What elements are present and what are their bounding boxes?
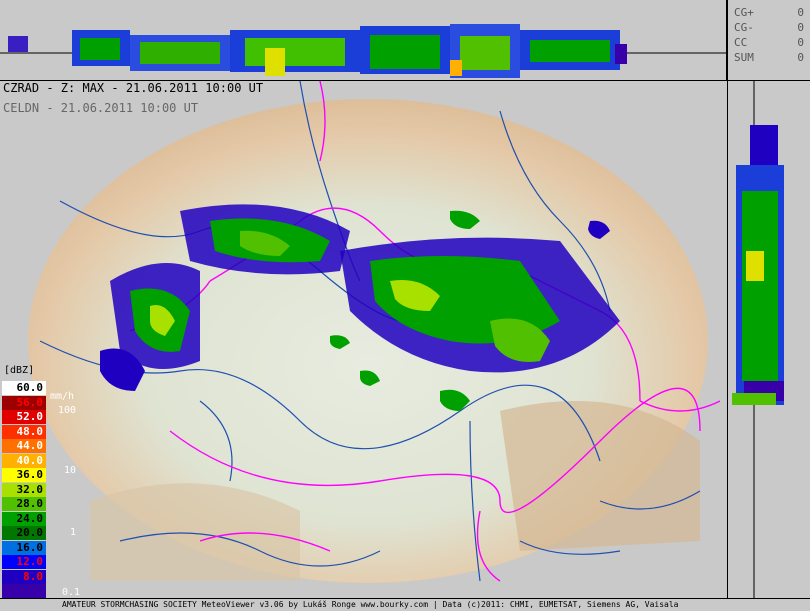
legend-level-40-0: 40.0 (2, 453, 46, 468)
side-cross-section-panel (727, 81, 810, 601)
lightning-value: 0 (797, 36, 804, 49)
legend-level-8-0: 8.0 (2, 569, 46, 584)
legend-level-28-0: 28.0 (2, 497, 46, 511)
top-cross-section-plot (0, 24, 726, 78)
lightning-label: CG- (734, 21, 754, 34)
legend-rate-unit: mm/h (50, 391, 75, 402)
map-title-radar: CZRAD - Z: MAX - 21.06.2011 10:00 UT (3, 81, 264, 95)
legend-level-12-0: 12.0 (2, 555, 46, 569)
top-cross-section-panel (0, 0, 727, 81)
radar-map-panel: CZRAD - Z: MAX - 21.06.2011 10:00 UT CEL… (0, 81, 726, 599)
legend-level-24-0: 24.0 (2, 511, 46, 526)
legend-rate-1: 1 (70, 527, 77, 538)
side-cross-section-plot (732, 81, 784, 601)
legend-level-4-0: 4.0 (2, 584, 46, 598)
lightning-stats-panel: CG+ 0 CG- 0 CC 0 SUM 0 (727, 0, 810, 81)
radar-map (28, 81, 721, 583)
lightning-value: 0 (797, 51, 804, 64)
map-title-lightning: CELDN - 21.06.2011 10:00 UT (3, 101, 199, 115)
lightning-value: 0 (797, 6, 804, 19)
lightning-label: CG+ (734, 6, 754, 19)
lightning-value: 0 (797, 21, 804, 34)
legend-rate-10: 10 (64, 465, 77, 476)
lightning-label: CC (734, 36, 748, 49)
legend-level-36-0: 36.0 (2, 468, 46, 482)
dbz-legend: [dBZ] 60.0 56.0 52.0 48.0 44.0 40.0 36.0 32.0 28… (0, 365, 80, 601)
lightning-row-cc: CC 0 (734, 36, 806, 49)
legend-level-44-0: 44.0 (2, 439, 46, 453)
legend-level-16-0: 16.0 (2, 540, 46, 555)
lightning-label: SUM (734, 51, 754, 64)
lightning-row-cg-minus: CG- 0 (734, 21, 806, 34)
legend-level-20-0: 20.0 (2, 526, 46, 540)
footer-credits: AMATEUR STORMCHASING SOCIETY MeteoViewer… (62, 600, 679, 609)
legend-level-32-0: 32.0 (2, 482, 46, 497)
footer-bar: AMATEUR STORMCHASING SOCIETY MeteoViewer… (0, 598, 810, 611)
legend-rate-100: 100 (58, 405, 77, 416)
legend-unit: [dBZ] (4, 365, 35, 376)
legend-rate-0-1: 0.1 (62, 587, 81, 598)
lightning-row-cg-plus: CG+ 0 (734, 6, 806, 19)
legend-level-60-0: 60.0 (2, 381, 46, 395)
legend-level-48-0: 48.0 (2, 424, 46, 439)
lightning-row-sum: SUM 0 (734, 51, 806, 64)
legend-level-52-0: 52.0 (2, 410, 46, 424)
legend-level-56-0: 56.0 (2, 395, 46, 410)
